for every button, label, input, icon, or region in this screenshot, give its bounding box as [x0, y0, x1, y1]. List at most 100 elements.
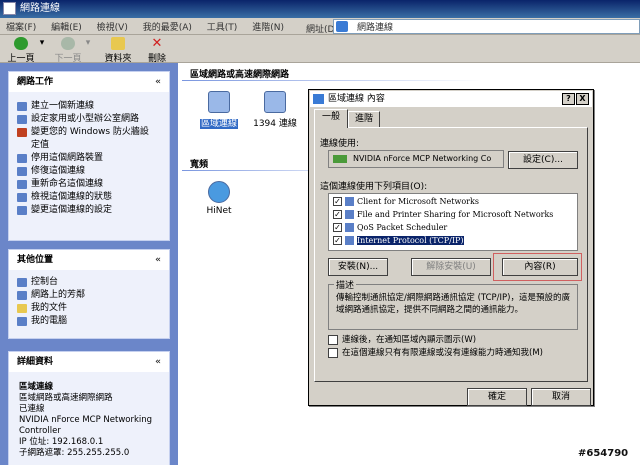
broadband-connection-icon [208, 181, 230, 203]
network-tasks-header[interactable]: 網路工作 « [9, 72, 169, 92]
menu-edit[interactable]: 編輯(E) [45, 18, 88, 35]
service-icon [345, 210, 354, 219]
forward-dropdown-button[interactable]: ▾ [84, 36, 92, 62]
uninstall-button[interactable]: 解除安裝(U) [411, 258, 491, 276]
connection-properties-dialog: 區域連線 內容 ? X 一般 進階 連線使用: NVIDIA nForce MC… [308, 89, 594, 406]
forward-arrow-icon [61, 37, 75, 50]
network-folder-icon [336, 21, 348, 32]
task-rename-connection[interactable]: 重新命名這個連線 [9, 178, 169, 191]
place-network-neighborhood[interactable]: 網路上的芳鄰 [9, 289, 169, 302]
install-button[interactable]: 安裝(N)... [328, 258, 388, 276]
task-change-settings[interactable]: 變更這個連線的設定 [9, 204, 169, 217]
menu-tools[interactable]: 工具(T) [201, 18, 244, 35]
place-my-documents[interactable]: 我的文件 [9, 302, 169, 315]
folder-icon [111, 37, 125, 50]
task-disable-device[interactable]: 停用這個網路裝置 [9, 152, 169, 165]
network-tasks-panel: 網路工作 « 建立一個新連線 設定家用或小型辦公室網路 變更您的 Windows… [8, 71, 170, 241]
details-panel: 詳細資料 « 區域連線 區域網路或高速網際網路 已連線 NVIDIA nForc… [8, 351, 170, 465]
component-qos-scheduler[interactable]: ✓ QoS Packet Scheduler [331, 221, 571, 234]
forward-button[interactable]: 下一頁 [52, 36, 84, 64]
back-dropdown-button[interactable]: ▾ [38, 36, 46, 62]
watermark: #654790 [578, 448, 629, 459]
menu-advanced[interactable]: 進階(N) [246, 18, 290, 35]
highlight-annotation [493, 253, 582, 281]
toolbar: 上一頁 ▾ 下一頁 ▾ 資料夾 ✕ 刪除 [0, 35, 640, 64]
menu-file[interactable]: 檔案(F) [0, 18, 42, 35]
task-pane: 網路工作 « 建立一個新連線 設定家用或小型辦公室網路 變更您的 Windows… [0, 63, 178, 465]
show-icon-checkbox[interactable]: 連線後，在通知區域內顯示圖示(W) [328, 334, 476, 347]
collapse-icon[interactable]: « [155, 72, 161, 92]
place-control-panel[interactable]: 控制台 [9, 276, 169, 289]
configure-button[interactable]: 設定(C)... [508, 151, 578, 169]
new-connection-icon [17, 102, 27, 111]
details-line: 已連線 [19, 404, 45, 414]
component-checkbox[interactable]: ✓ [333, 210, 342, 219]
delete-x-icon: ✕ [151, 36, 163, 51]
tab-advanced[interactable]: 進階 [348, 111, 380, 127]
task-setup-home-network[interactable]: 設定家用或小型辦公室網路 [9, 113, 169, 126]
place-my-computer[interactable]: 我的電腦 [9, 315, 169, 328]
section-lan-header: 區域網路或高速網際網路 [190, 70, 290, 80]
connection-1394[interactable]: 1394 連線 [252, 91, 298, 129]
checkbox-box[interactable] [328, 335, 338, 345]
back-arrow-icon [14, 37, 28, 50]
delete-button[interactable]: ✕ 刪除 [142, 36, 172, 64]
back-button[interactable]: 上一頁 [4, 36, 38, 64]
task-view-status[interactable]: 檢視這個連線的狀態 [9, 191, 169, 204]
rename-icon [17, 180, 27, 189]
details-line: IP 位址: 192.168.0.1 [19, 437, 104, 447]
network-adapter-icon [333, 155, 347, 163]
collapse-icon[interactable]: « [155, 250, 161, 270]
dialog-title-bar[interactable]: 區域連線 內容 ? X [310, 91, 592, 107]
control-panel-icon [17, 278, 27, 287]
details-header[interactable]: 詳細資料 « [9, 352, 169, 372]
section-broadband-header: 寬頻 [190, 160, 209, 170]
close-button[interactable]: X [576, 93, 589, 105]
folders-button[interactable]: 資料夾 [100, 36, 136, 64]
connection-hinet[interactable]: HiNet [196, 181, 242, 216]
dialog-title: 區域連線 內容 [328, 94, 385, 104]
my-documents-icon [17, 304, 27, 313]
details-line: NVIDIA nForce MCP Networking [19, 415, 153, 425]
component-checkbox[interactable]: ✓ [333, 223, 342, 232]
component-checkbox[interactable]: ✓ [333, 197, 342, 206]
lan-connection-icon [264, 91, 286, 113]
component-checkbox[interactable]: ✓ [333, 236, 342, 245]
description-text: 傳輸控制通訊協定/網際網路通訊協定 (TCP/IP)，這是預設的廣域網路通訊協定… [336, 293, 570, 315]
protocol-icon [345, 236, 354, 245]
menu-favorites[interactable]: 我的最愛(A) [137, 18, 198, 35]
details-line: Controller [19, 426, 61, 436]
component-file-printer-sharing[interactable]: ✓ File and Printer Sharing for Microsoft… [331, 208, 571, 221]
task-repair-connection[interactable]: 修復這個連線 [9, 165, 169, 178]
my-computer-icon [17, 317, 27, 326]
details-line: 子網路遮罩: 255.255.255.0 [19, 448, 130, 458]
checkbox-box[interactable] [328, 348, 338, 358]
other-places-panel: 其他位置 « 控制台 網路上的芳鄰 我的文件 我的電腦 [8, 249, 170, 339]
menu-view[interactable]: 檢視(V) [91, 18, 134, 35]
firewall-icon [17, 128, 27, 137]
ok-button[interactable]: 確定 [467, 388, 527, 406]
task-create-connection[interactable]: 建立一個新連線 [9, 100, 169, 113]
components-list[interactable]: ✓ Client for Microsoft Networks ✓ File a… [328, 193, 578, 251]
components-label: 這個連線使用下列項目(O): [320, 182, 428, 192]
connection-local-area[interactable]: 區域連線 [196, 91, 242, 129]
help-button[interactable]: ? [562, 93, 575, 105]
adapter-name-field: NVIDIA nForce MCP Networking Co [328, 150, 504, 168]
settings-icon [17, 206, 27, 215]
description-label: 描述 [334, 278, 357, 291]
other-places-header[interactable]: 其他位置 « [9, 250, 169, 270]
notify-limited-checkbox[interactable]: 在這個連線只有有限連線或沒有連線能力時通知我(M) [328, 347, 543, 360]
network-connection-icon [313, 94, 324, 104]
component-tcpip[interactable]: ✓ Internet Protocol (TCP/IP) [331, 234, 571, 247]
address-bar[interactable]: 網路連線 [333, 19, 640, 34]
lan-connection-icon [208, 91, 230, 113]
component-client-ms-networks[interactable]: ✓ Client for Microsoft Networks [331, 195, 571, 208]
repair-icon [17, 167, 27, 176]
home-network-icon [17, 115, 27, 124]
status-icon [17, 193, 27, 202]
tab-general[interactable]: 一般 [314, 109, 348, 128]
task-firewall-settings-cont[interactable]: 定值 [9, 139, 169, 152]
cancel-button[interactable]: 取消 [531, 388, 591, 406]
collapse-icon[interactable]: « [155, 352, 161, 372]
task-firewall-settings[interactable]: 變更您的 Windows 防火牆設 [9, 126, 169, 139]
